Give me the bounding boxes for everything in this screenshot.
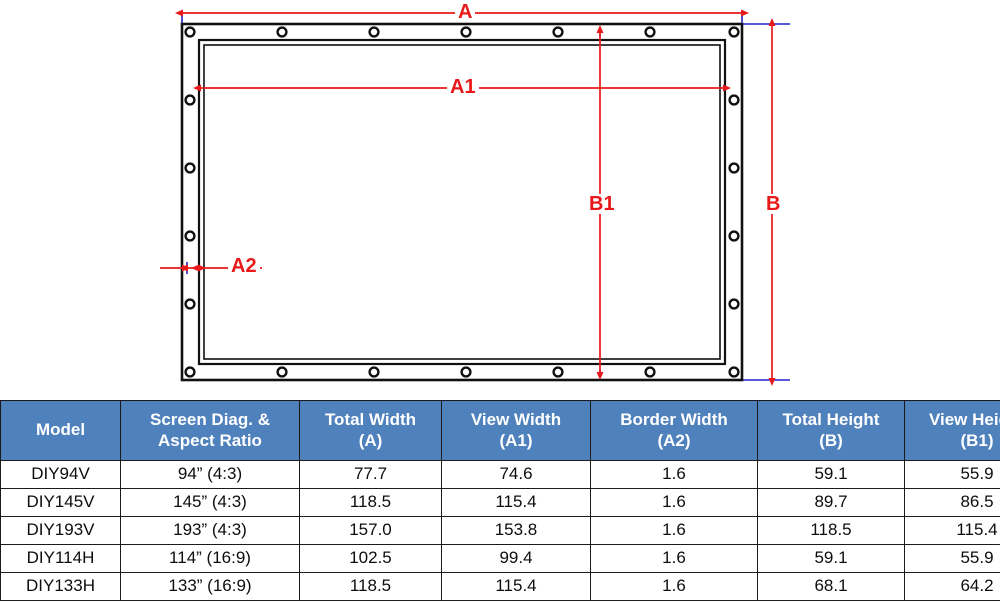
cell-view-height: 86.5 — [904, 488, 1000, 517]
cell-model: DIY114H — [0, 544, 121, 573]
cell-view-width: 99.4 — [441, 544, 591, 573]
dimension-label-total-width: A — [455, 2, 476, 22]
column-header-diag-aspect: Screen Diag. & Aspect Ratio — [120, 400, 300, 461]
grommet-left-2 — [184, 94, 196, 106]
column-header-total-height: Total Height (B) — [757, 400, 905, 461]
grommet-left-5 — [184, 298, 196, 310]
cell-view-height: 64.2 — [904, 572, 1000, 601]
column-header-total-width: Total Width (A) — [299, 400, 442, 461]
cell-view-width: 153.8 — [441, 516, 591, 545]
extension-lines — [181, 10, 790, 381]
cell-view-width: 115.4 — [441, 488, 591, 517]
column-header-model: Model — [0, 400, 121, 461]
cell-diag: 193” (4:3) — [120, 516, 300, 545]
column-header-total-width-line2: (A) — [358, 430, 383, 450]
grommet-top-3 — [368, 26, 380, 38]
grommet-top-2 — [276, 26, 288, 38]
cell-total-height: 89.7 — [757, 488, 905, 517]
grommet-left-3 — [184, 162, 196, 174]
grommet-right-5 — [728, 298, 740, 310]
table-header: Model Screen Diag. & Aspect Ratio Total … — [0, 400, 1000, 461]
cell-model: DIY133H — [0, 572, 121, 601]
specifications-table: Model Screen Diag. & Aspect Ratio Total … — [0, 400, 1000, 601]
grommet-top-1 — [184, 26, 196, 38]
diagram-canvas — [160, 9, 790, 386]
cell-border-width: 1.6 — [590, 516, 758, 545]
cell-total-width: 157.0 — [299, 516, 442, 545]
grommet-bottom-7 — [728, 366, 740, 378]
cell-total-height: 59.1 — [757, 460, 905, 489]
grommet-bottom-3 — [368, 366, 380, 378]
table-row: DIY193V 193” (4:3) 157.0 153.8 1.6 118.5… — [0, 516, 1000, 545]
cell-view-height: 55.9 — [904, 460, 1000, 489]
cell-total-height: 59.1 — [757, 544, 905, 573]
column-header-border-width-line1: Border Width — [620, 409, 728, 429]
grommet-bottom-6 — [644, 366, 656, 378]
grommet-right-3 — [728, 162, 740, 174]
grommet-top-5 — [552, 26, 564, 38]
grommet-left-4 — [184, 230, 196, 242]
grommet-bottom-4 — [460, 366, 472, 378]
grommet-right-2 — [728, 94, 740, 106]
cell-view-width: 74.6 — [441, 460, 591, 489]
grommet-bottom-1 — [184, 366, 196, 378]
cell-model: DIY193V — [0, 516, 121, 545]
dimension-label-total-height: B — [763, 194, 784, 214]
cell-model: DIY94V — [0, 460, 121, 489]
screen-spec-sheet: A A1 A2 B1 B Model Screen Diag. & Aspect… — [0, 0, 1000, 608]
column-header-model-line1: Model — [35, 420, 86, 440]
column-header-diag-line1: Screen Diag. & — [150, 409, 270, 429]
column-header-total-height-line2: (B) — [819, 430, 843, 450]
table-row: DIY114H 114” (16:9) 102.5 99.4 1.6 59.1 … — [0, 544, 1000, 573]
cell-total-height: 68.1 — [757, 572, 905, 601]
cell-diag: 133” (16:9) — [120, 572, 300, 601]
column-header-view-height-line2: (B1) — [960, 430, 994, 450]
table-row: DIY133H 133” (16:9) 118.5 115.4 1.6 68.1… — [0, 572, 1000, 601]
cell-total-width: 118.5 — [299, 488, 442, 517]
column-header-total-height-line1: Total Height — [782, 409, 880, 429]
dimension-label-view-height: B1 — [586, 194, 618, 214]
cell-view-width: 115.4 — [441, 572, 591, 601]
grommet-right-4 — [728, 230, 740, 242]
cell-border-width: 1.6 — [590, 460, 758, 489]
column-header-view-width-line2: (A1) — [499, 430, 533, 450]
cell-diag: 145” (4:3) — [120, 488, 300, 517]
dimension-diagram: A A1 A2 B1 B — [0, 0, 1000, 400]
grommet-top-4 — [460, 26, 472, 38]
grommet-top-6 — [644, 26, 656, 38]
dimension-label-border-width: A2 — [228, 256, 260, 276]
table-header-row: Model Screen Diag. & Aspect Ratio Total … — [0, 400, 1000, 461]
column-header-border-width: Border Width (A2) — [590, 400, 758, 461]
cell-border-width: 1.6 — [590, 488, 758, 517]
cell-view-height: 115.4 — [904, 516, 1000, 545]
dimension-lines — [160, 9, 776, 386]
cell-diag: 94” (4:3) — [120, 460, 300, 489]
cell-diag: 114” (16:9) — [120, 544, 300, 573]
column-header-view-height: View Height (B1) — [904, 400, 1000, 461]
cell-total-width: 118.5 — [299, 572, 442, 601]
column-header-border-width-line2: (A2) — [657, 430, 691, 450]
column-header-diag-line2: Aspect Ratio — [158, 430, 262, 450]
column-header-total-width-line1: Total Width — [324, 409, 417, 429]
cell-border-width: 1.6 — [590, 544, 758, 573]
table-row: DIY145V 145” (4:3) 118.5 115.4 1.6 89.7 … — [0, 488, 1000, 517]
column-header-view-width-line1: View Width — [470, 409, 562, 429]
grommet-bottom-2 — [276, 366, 288, 378]
table-body: DIY94V 94” (4:3) 77.7 74.6 1.6 59.1 55.9… — [0, 460, 1000, 601]
grommet-bottom-5 — [552, 366, 564, 378]
column-header-view-width: View Width (A1) — [441, 400, 591, 461]
cell-total-width: 77.7 — [299, 460, 442, 489]
dimension-label-view-width: A1 — [447, 77, 479, 97]
grommet-top-7 — [728, 26, 740, 38]
cell-total-width: 102.5 — [299, 544, 442, 573]
cell-model: DIY145V — [0, 488, 121, 517]
cell-border-width: 1.6 — [590, 572, 758, 601]
cell-total-height: 118.5 — [757, 516, 905, 545]
column-header-view-height-line1: View Height — [928, 409, 1000, 429]
table-row: DIY94V 94” (4:3) 77.7 74.6 1.6 59.1 55.9 — [0, 460, 1000, 489]
cell-view-height: 55.9 — [904, 544, 1000, 573]
